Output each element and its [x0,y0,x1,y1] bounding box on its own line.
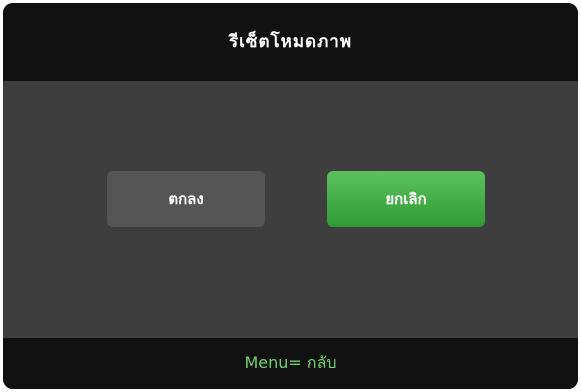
dialog-body: ตกลง ยกเลิก [3,81,578,338]
dialog-footer: Menu= กลับ [3,338,578,389]
reset-picture-mode-dialog: รีเซ็ตโหมดภาพ ตกลง ยกเลิก Menu= กลับ [3,3,578,389]
cancel-button-label: ยกเลิก [385,190,427,208]
ok-button[interactable]: ตกลง [107,171,265,227]
footer-hint: Menu= กลับ [244,353,337,372]
ok-button-label: ตกลง [168,190,204,208]
dialog-title-bar: รีเซ็ตโหมดภาพ [3,3,578,81]
cancel-button[interactable]: ยกเลิก [327,171,485,227]
dialog-title: รีเซ็ตโหมดภาพ [228,31,353,52]
